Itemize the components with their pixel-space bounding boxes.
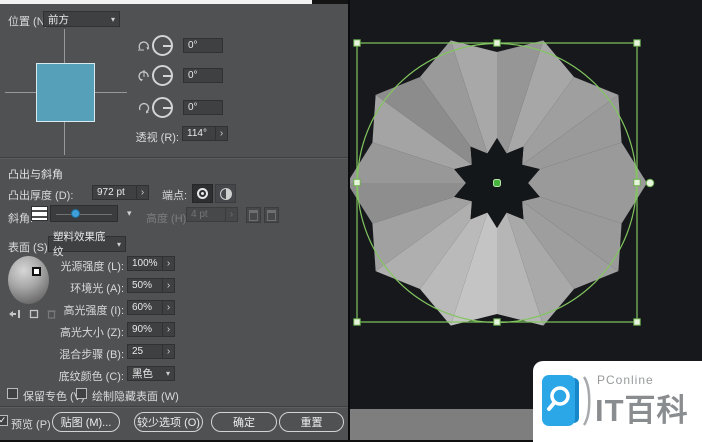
cap-solid-button[interactable] (192, 184, 213, 203)
bevel-extent-out-button (246, 207, 261, 223)
bevel-height-value: 4 pt (186, 207, 226, 222)
highlight-intensity-value[interactable]: 60% (127, 300, 163, 315)
chevron-down-icon: ▾ (111, 15, 115, 24)
chevron-down-icon: ▾ (166, 369, 170, 378)
highlight-intensity-label: 高光强度 (I): (20, 302, 124, 318)
hidden-faces-label: 绘制隐藏表面 (W) (92, 388, 179, 404)
caps-label: 端点: (162, 187, 187, 203)
rotate-z-icon (137, 101, 151, 115)
light-intensity-label: 光源强度 (L): (20, 258, 124, 274)
bevel-label: 斜角: (8, 210, 33, 226)
track-cube-face[interactable] (36, 63, 95, 122)
cap-hollow-icon (220, 188, 232, 200)
extrude-section-title: 凸出与斜角 (8, 166, 63, 182)
map-art-button[interactable]: 贴图 (M)... (52, 412, 120, 432)
magnifier-icon (542, 375, 575, 426)
cap-hollow-button[interactable] (215, 184, 236, 203)
section-divider (0, 157, 348, 159)
bevel-extent-in-icon (267, 210, 276, 221)
chevron-down-icon: ▾ (117, 240, 121, 249)
ambient-light-label: 环境光 (A): (20, 280, 124, 296)
rotate-z-value[interactable]: 0° (183, 100, 223, 115)
watermark-title: IT百科 (595, 385, 689, 430)
perspective-slider-button[interactable]: › (215, 126, 228, 141)
hidden-faces-checkbox[interactable] (76, 388, 87, 399)
window-top-edge (0, 0, 312, 4)
bevel-dropdown-arrow-icon[interactable]: ▾ (127, 208, 132, 219)
blend-steps-value[interactable]: 25 (127, 344, 163, 359)
rotate-y-value[interactable]: 0° (183, 68, 223, 83)
ambient-light-value[interactable]: 50% (127, 278, 163, 293)
depth-label: 凸出厚度 (D): (8, 187, 73, 203)
bevel-slider-track (56, 214, 112, 215)
light-intensity-value[interactable]: 100% (127, 256, 163, 271)
blend-steps-slider-button[interactable]: › (162, 344, 175, 359)
screenshot-root: 位置 (N): 前方 ▾ 0° 0° 0° 透视 (0, 0, 702, 442)
pconline-logo-icon (542, 375, 580, 426)
bevel-preview-icon (31, 206, 48, 221)
bevel-height-slider-button: › (225, 207, 238, 222)
logo-bracket (583, 376, 593, 426)
surface-value: 塑料效果底纹 (53, 229, 113, 259)
footer-divider (0, 406, 348, 408)
fewer-options-button[interactable]: 较少选项 (O) (134, 412, 203, 432)
watermark-badge: PConline IT百科 (533, 361, 702, 442)
position-value: 前方 (48, 12, 69, 27)
ok-button[interactable]: 确定 (211, 412, 277, 432)
shading-color-dropdown[interactable]: 黑色 ▾ (127, 366, 175, 381)
rotate-x-dial[interactable] (152, 35, 173, 56)
bevel-slider-knob[interactable] (71, 209, 80, 218)
blend-steps-label: 混合步骤 (B): (20, 346, 124, 362)
highlight-size-slider-button[interactable]: › (162, 322, 175, 337)
bevel-height-label: 高度 (H): (146, 210, 189, 226)
artboard-canvas[interactable]: PConline IT百科 (348, 0, 702, 442)
bevel-slider[interactable] (50, 205, 118, 222)
reset-button[interactable]: 重置 (279, 412, 344, 432)
depth-slider-button[interactable]: › (136, 185, 149, 200)
surface-dropdown[interactable]: 塑料效果底纹 ▾ (48, 236, 126, 252)
position-dropdown[interactable]: 前方 ▾ (43, 11, 120, 27)
shading-color-label: 底纹颜色 (C): (20, 368, 124, 384)
depth-value[interactable]: 972 pt (92, 185, 137, 200)
preview-checkbox[interactable]: ✓ (0, 415, 8, 426)
cap-solid-icon (197, 188, 208, 199)
rotate-y-icon (137, 69, 151, 83)
3d-extrude-bevel-dialog: 位置 (N): 前方 ▾ 0° 0° 0° 透视 (0, 0, 348, 442)
bevel-extent-in-button (264, 207, 279, 223)
highlight-size-label: 高光大小 (Z): (20, 324, 124, 340)
highlight-intensity-slider-button[interactable]: › (162, 300, 175, 315)
perspective-label: 透视 (R): (131, 129, 179, 145)
ambient-light-slider-button[interactable]: › (162, 278, 175, 293)
rotate-x-icon (137, 39, 151, 53)
bevel-extent-out-icon (249, 210, 258, 221)
perspective-value[interactable]: 114° (182, 126, 216, 141)
rotate-x-value[interactable]: 0° (183, 38, 223, 53)
preserve-spot-checkbox[interactable] (7, 388, 18, 399)
highlight-size-value[interactable]: 90% (127, 322, 163, 337)
shading-color-value: 黑色 (132, 366, 153, 381)
window-top-edge-dark (312, 0, 348, 4)
surface-label: 表面 (S): (8, 239, 51, 255)
track-cube[interactable] (0, 26, 132, 158)
preview-label: 预览 (P) (11, 416, 51, 432)
rotate-z-dial[interactable] (152, 97, 173, 118)
rotate-y-dial[interactable] (152, 65, 173, 86)
light-intensity-slider-button[interactable]: › (162, 256, 175, 271)
